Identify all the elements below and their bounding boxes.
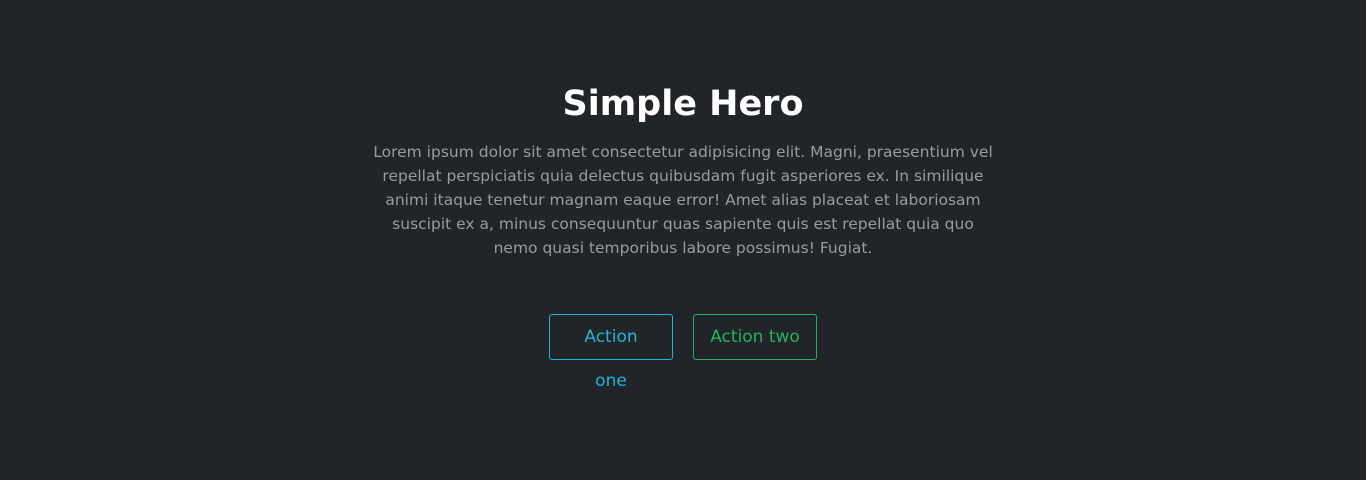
hero-section: Simple Hero Lorem ipsum dolor sit amet c… — [0, 0, 1366, 480]
hero-title: Simple Hero — [562, 84, 804, 124]
hero-actions: Action one Action two — [549, 314, 817, 391]
action-one-button[interactable]: Action one — [549, 314, 673, 391]
hero-description: Lorem ipsum dolor sit amet consectetur a… — [373, 143, 993, 257]
action-two-button[interactable]: Action two — [693, 314, 817, 360]
